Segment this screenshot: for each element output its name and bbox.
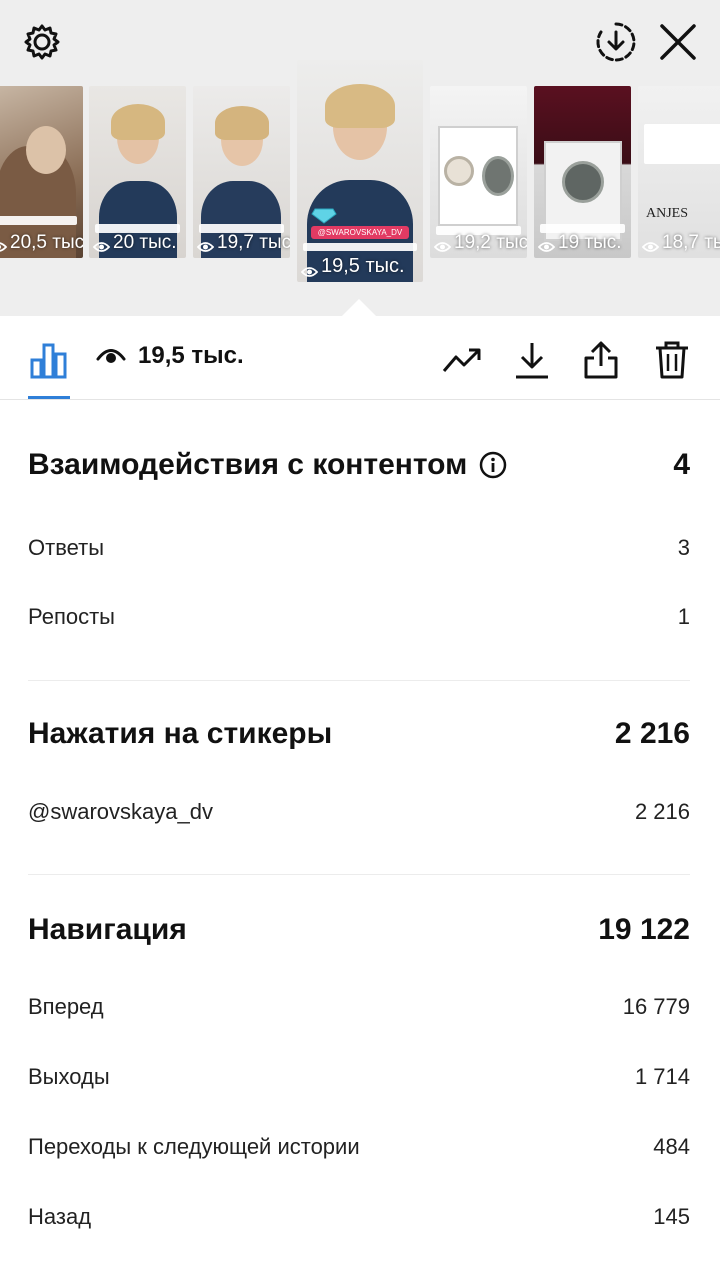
- eye-icon: [92, 237, 111, 252]
- interactions-title: Взаимодействия с контентом: [28, 448, 468, 481]
- gem-sticker-icon: [311, 208, 337, 224]
- close-icon[interactable]: [654, 18, 702, 66]
- section-divider: [28, 874, 690, 875]
- row-label-back: Назад: [28, 1204, 92, 1229]
- trash-icon[interactable]: [650, 338, 694, 382]
- bar-chart-icon[interactable]: [27, 338, 71, 382]
- story-views: 19,5 тыс.: [300, 255, 405, 278]
- story-views: 18,7 тыс.: [641, 232, 720, 254]
- row-value-next-story: 484: [653, 1134, 690, 1159]
- row-value-forward: 16 779: [622, 994, 690, 1019]
- story-thumbnail-active[interactable]: @SWAROVSKAYA_DV 19,5 тыс.: [297, 60, 423, 282]
- eye-icon: [641, 237, 660, 252]
- row-label-next-story: Переходы к следующей истории: [28, 1134, 360, 1159]
- interactions-section-title: Взаимодействия с контентом: [28, 448, 507, 482]
- views-count: 19,5 тыс.: [138, 342, 244, 369]
- views-summary: 19,5 тыс.: [96, 342, 244, 370]
- row-value-exits: 1 714: [634, 1064, 690, 1089]
- story-views: 19,7 тыс.: [196, 232, 290, 254]
- story-views: 19,2 тыс.: [433, 232, 527, 254]
- info-icon[interactable]: [479, 451, 507, 479]
- row-label-replies: Ответы: [28, 535, 105, 560]
- story-views: 19 тыс.: [537, 232, 622, 254]
- eye-icon: [0, 237, 8, 252]
- section-divider: [28, 680, 690, 681]
- navigation-total: 19 122: [598, 913, 690, 946]
- download-circle-icon[interactable]: [592, 18, 640, 66]
- row-value-replies: 3: [677, 535, 690, 560]
- story-thumbnail[interactable]: 20 тыс.: [89, 86, 186, 258]
- story-views: 20,5 тыс.: [0, 232, 83, 254]
- row-label-mention: @swarovskaya_dv: [28, 799, 213, 824]
- trending-icon[interactable]: [440, 338, 484, 382]
- story-thumbnail[interactable]: 19 тыс.: [534, 86, 631, 258]
- share-icon[interactable]: [579, 338, 623, 382]
- download-icon[interactable]: [510, 338, 554, 382]
- mention-sticker: @SWAROVSKAYA_DV: [311, 226, 409, 239]
- navigation-section-title: Навигация: [28, 913, 187, 947]
- story-thumbnail[interactable]: 19,2 тыс.: [430, 86, 527, 258]
- row-label-forward: Вперед: [28, 994, 104, 1019]
- story-thumbnail[interactable]: ANJES 18,7 тыс.: [638, 86, 720, 258]
- active-tab-indicator: [28, 396, 70, 399]
- eye-icon: [433, 237, 452, 252]
- row-label-reposts: Репосты: [28, 604, 115, 629]
- row-value-reposts: 1: [677, 604, 690, 629]
- story-thumbnail[interactable]: 20,5 тыс.: [0, 86, 83, 258]
- story-thumbnails: 20,5 тыс. 20 тыс. 19,7 тыс. @SWAROVSKAYA…: [0, 60, 720, 290]
- stickers-total: 2 216: [614, 717, 690, 750]
- eye-icon: [196, 237, 215, 252]
- stickers-title: Нажатия на стикеры: [28, 717, 333, 750]
- story-views: 20 тыс.: [92, 232, 177, 254]
- navigation-title: Навигация: [28, 913, 187, 946]
- interactions-total: 4: [673, 448, 690, 481]
- gear-icon[interactable]: [18, 18, 66, 66]
- story-thumbnail[interactable]: 19,7 тыс.: [193, 86, 290, 258]
- eye-icon: [537, 237, 556, 252]
- eye-icon: [300, 261, 319, 277]
- row-value-back: 145: [653, 1204, 690, 1229]
- eye-icon: [96, 349, 126, 363]
- stickers-section-title: Нажатия на стикеры: [28, 717, 332, 751]
- insights-toolbar: 19,5 тыс.: [0, 316, 720, 400]
- brand-label: ANJES: [646, 206, 689, 221]
- active-story-pointer: [341, 299, 377, 317]
- row-label-exits: Выходы: [28, 1064, 110, 1089]
- row-value-mention: 2 216: [634, 799, 690, 824]
- story-strip-area: 20,5 тыс. 20 тыс. 19,7 тыс. @SWAROVSKAYA…: [0, 0, 720, 317]
